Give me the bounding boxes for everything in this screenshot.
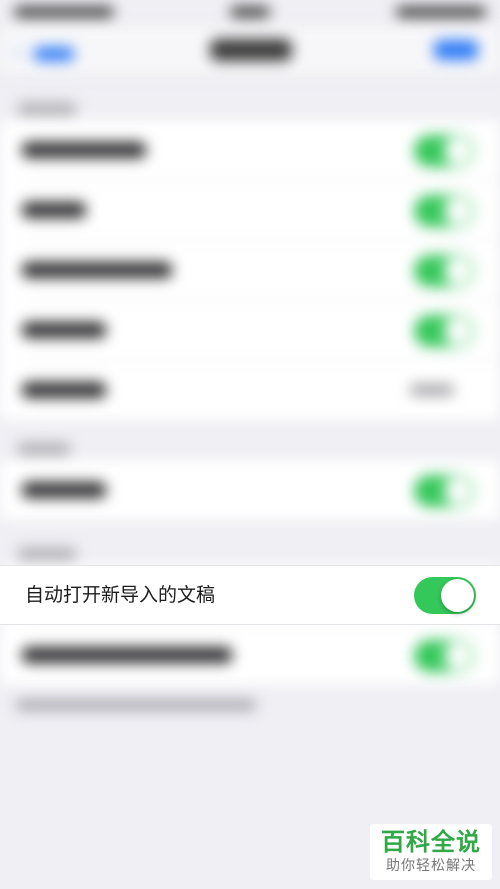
- settings-screen: ‹ 自动打开新导入的文稿 百科全说 助你轻松解决: [0, 0, 500, 889]
- battery-icon: [396, 7, 486, 17]
- settings-group-1: [0, 120, 500, 420]
- blurred-background: ‹: [0, 0, 500, 889]
- done-button[interactable]: [434, 40, 478, 60]
- navigation-bar: ‹: [0, 26, 500, 77]
- toggle-switch[interactable]: [414, 135, 474, 167]
- settings-row[interactable]: [0, 300, 500, 360]
- settings-row[interactable]: [0, 625, 500, 685]
- toggle-switch[interactable]: [414, 640, 474, 672]
- settings-row[interactable]: [0, 120, 500, 180]
- toggle-switch[interactable]: [414, 315, 474, 347]
- chevron-left-icon: ‹: [14, 40, 22, 64]
- settings-row[interactable]: [0, 360, 500, 420]
- section-header: [18, 443, 70, 455]
- toggle-knob: [441, 579, 474, 612]
- section-header: [18, 548, 76, 560]
- clock: [230, 7, 270, 17]
- toggle-switch[interactable]: [414, 475, 474, 507]
- watermark-title: 百科全说: [381, 828, 481, 856]
- section-footer: [16, 700, 256, 710]
- watermark-logo: 百科全说 助你轻松解决: [370, 824, 492, 880]
- status-bar: [0, 0, 500, 26]
- settings-row[interactable]: [0, 240, 500, 300]
- section-header: [18, 103, 76, 115]
- auto-open-imported-toggle[interactable]: [414, 577, 476, 614]
- carrier-indicator: [14, 7, 114, 17]
- toggle-switch[interactable]: [414, 195, 474, 227]
- settings-row[interactable]: [0, 460, 500, 520]
- settings-row[interactable]: [0, 180, 500, 240]
- settings-group-2: [0, 460, 500, 520]
- toggle-switch[interactable]: [414, 255, 474, 287]
- row-value: [410, 384, 454, 396]
- auto-open-imported-label: 自动打开新导入的文稿: [25, 584, 216, 606]
- back-button[interactable]: ‹: [14, 40, 80, 64]
- page-title: [210, 39, 292, 61]
- watermark-subtitle: 助你轻松解决: [386, 858, 476, 874]
- auto-open-imported-row[interactable]: 自动打开新导入的文稿: [0, 565, 500, 625]
